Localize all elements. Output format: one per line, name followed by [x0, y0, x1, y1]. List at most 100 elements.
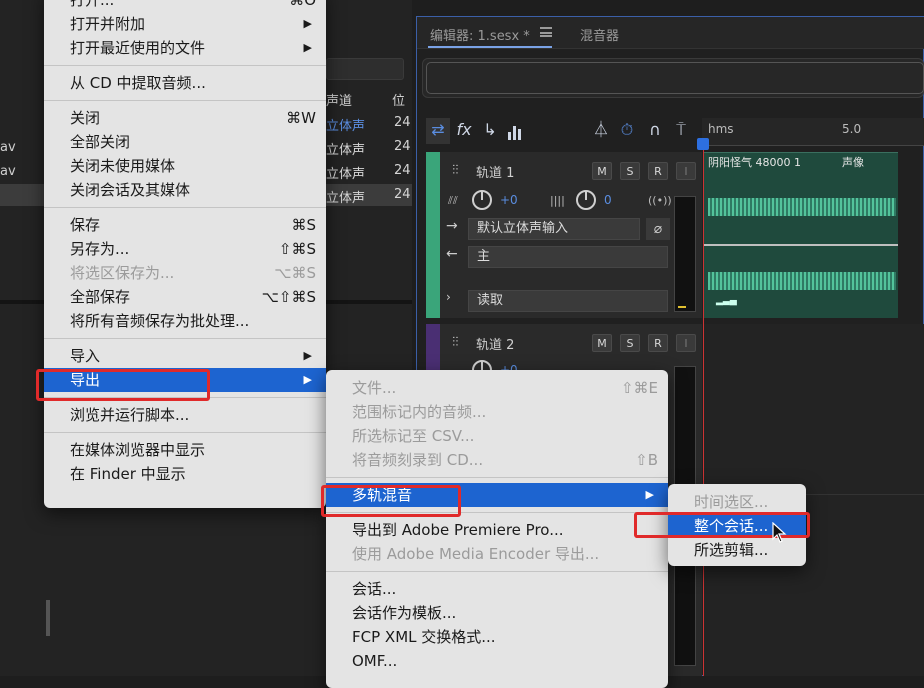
mute-button[interactable]: M: [592, 162, 612, 180]
annotation-box-export: [36, 369, 210, 401]
timeline-ruler[interactable]: [702, 118, 924, 146]
solo-button[interactable]: S: [620, 162, 640, 180]
position-value: 24: [394, 187, 411, 202]
menu-item-label: 文件...: [352, 379, 397, 397]
menu-item[interactable]: 将所有音频保存为批处理...: [44, 309, 326, 333]
pin-icon[interactable]: ⍑: [670, 118, 692, 144]
scrollbar-handle[interactable]: [46, 600, 50, 636]
eq-icon[interactable]: [508, 124, 526, 140]
menu-item-label: 浏览并运行脚本...: [70, 406, 190, 424]
menu-item[interactable]: 在媒体浏览器中显示: [44, 438, 326, 462]
automation-mode-select[interactable]: 读取: [468, 290, 668, 312]
file-row-selected[interactable]: [0, 184, 44, 206]
input-arrow-icon: →: [446, 218, 458, 234]
menu-item[interactable]: FCP XML 交换格式...: [326, 625, 668, 649]
menu-item-label: 关闭未使用媒体: [70, 157, 176, 175]
level-meter: [674, 196, 696, 312]
menu-item[interactable]: 全部关闭: [44, 130, 326, 154]
menu-item[interactable]: 关闭 ⌘W: [44, 106, 326, 130]
menu-item[interactable]: 关闭未使用媒体: [44, 154, 326, 178]
menu-item-label: 全部关闭: [70, 133, 131, 151]
volume-ramp-icon: ⫽⫽: [448, 194, 458, 207]
submenu-arrow-icon: ▶: [645, 488, 654, 501]
menu-item-label: 另存为...: [70, 240, 130, 258]
menu-item-label: 从 CD 中提取音频...: [70, 74, 206, 92]
stereo-icon[interactable]: ((•)): [648, 194, 672, 207]
menu-item[interactable]: OMF...: [326, 649, 668, 673]
solo-button[interactable]: S: [620, 334, 640, 352]
menu-item-label: 关闭: [70, 109, 101, 127]
menu-item[interactable]: 打开最近使用的文件 ▶: [44, 36, 326, 60]
time-select-icon[interactable]: ⏱: [616, 118, 638, 144]
waveform-icon: ⫶⫶: [452, 163, 459, 178]
menu-item[interactable]: 另存为... ⇧⌘S: [44, 237, 326, 261]
ruler-mark: 5.0: [842, 122, 862, 136]
playhead-handle[interactable]: [697, 138, 709, 150]
headphones-icon[interactable]: ∩: [644, 118, 666, 144]
file-menu: 打开... ⌘O 打开并附加 ▶ 打开最近使用的文件 ▶ 从 CD 中提取音频... 关闭 ⌘W…: [44, 0, 326, 508]
menu-item-shortcut: ⌘S: [291, 216, 316, 234]
menu-item-label: 使用 Adobe Media Encoder 导出...: [352, 545, 600, 563]
fx-icon[interactable]: fx: [452, 118, 476, 144]
menu-item[interactable]: 打开... ⌘O: [44, 0, 326, 12]
position-column-header[interactable]: 位: [392, 90, 405, 109]
phase-icon[interactable]: ⌀: [646, 218, 670, 240]
menu-item[interactable]: 会话...: [326, 577, 668, 601]
expand-icon[interactable]: ›: [446, 290, 451, 304]
menu-item: 使用 Adobe Media Encoder 导出...: [326, 542, 668, 566]
menu-item[interactable]: 在 Finder 中显示: [44, 462, 326, 486]
menu-item[interactable]: 全部保存 ⌥⇧⌘S: [44, 285, 326, 309]
pan-value[interactable]: 0: [604, 193, 612, 207]
channel-value: 立体声: [326, 143, 366, 158]
channel-column-header[interactable]: 声道: [326, 90, 352, 109]
volume-knob[interactable]: [472, 190, 492, 210]
tab-editor-underline: [428, 46, 552, 48]
menu-separator: [326, 477, 668, 478]
menu-item-label: 会话作为模板...: [352, 604, 457, 622]
track-name[interactable]: 轨道 2: [476, 334, 514, 353]
menu-item: 将音频刻录到 CD... ⇧B: [326, 448, 668, 472]
menu-item-label: 打开最近使用的文件: [70, 39, 206, 57]
menu-item[interactable]: 导入 ▶: [44, 344, 326, 368]
mute-button[interactable]: M: [592, 334, 612, 352]
menu-item: 时间选区...: [668, 490, 806, 514]
menu-item[interactable]: 导出到 Adobe Premiere Pro...: [326, 518, 668, 542]
pan-knob[interactable]: [576, 190, 596, 210]
menu-item[interactable]: 从 CD 中提取音频...: [44, 71, 326, 95]
submenu-arrow-icon: ▶: [303, 373, 312, 386]
input-monitor-button[interactable]: I: [676, 162, 696, 180]
menu-item[interactable]: 浏览并运行脚本...: [44, 403, 326, 427]
menu-item-label: 在 Finder 中显示: [70, 465, 186, 483]
output-select[interactable]: 主: [468, 246, 668, 268]
audio-clip[interactable]: [704, 152, 898, 318]
file-name[interactable]: av: [0, 164, 16, 179]
volume-line: [704, 244, 898, 246]
volume-value[interactable]: +0: [500, 193, 518, 207]
menu-item-label: 将音频刻录到 CD...: [352, 451, 484, 469]
file-name[interactable]: av: [0, 140, 16, 155]
input-monitor-button[interactable]: I: [676, 334, 696, 352]
hamburger-icon[interactable]: [540, 27, 552, 37]
track-name[interactable]: 轨道 1: [476, 162, 514, 181]
overview-range[interactable]: [426, 62, 924, 94]
tab-mixer[interactable]: 混音器: [580, 25, 619, 44]
menu-item-label: 打开...: [70, 0, 115, 9]
menu-item[interactable]: 关闭会话及其媒体: [44, 178, 326, 202]
tab-editor[interactable]: 编辑器: 1.sesx *: [430, 25, 530, 44]
menu-item: 所选标记至 CSV...: [326, 424, 668, 448]
input-select[interactable]: 默认立体声输入: [468, 218, 640, 240]
swap-icon[interactable]: ⇄: [426, 118, 450, 144]
menu-item[interactable]: 打开并附加 ▶: [44, 12, 326, 36]
record-button[interactable]: R: [648, 334, 668, 352]
menu-separator: [326, 571, 668, 572]
clip-meter-icon: ▂▃▄: [716, 296, 737, 306]
menu-item-label: OMF...: [352, 652, 398, 670]
menu-item[interactable]: 会话作为模板...: [326, 601, 668, 625]
menu-item-label: 关闭会话及其媒体: [70, 181, 191, 199]
menu-item[interactable]: 保存 ⌘S: [44, 213, 326, 237]
sends-icon[interactable]: ↳: [478, 118, 502, 144]
menu-item-shortcut: ⇧⌘S: [278, 240, 316, 258]
record-button[interactable]: R: [648, 162, 668, 180]
metronome-icon[interactable]: ⏃: [590, 118, 612, 144]
files-search-field[interactable]: [326, 58, 404, 80]
